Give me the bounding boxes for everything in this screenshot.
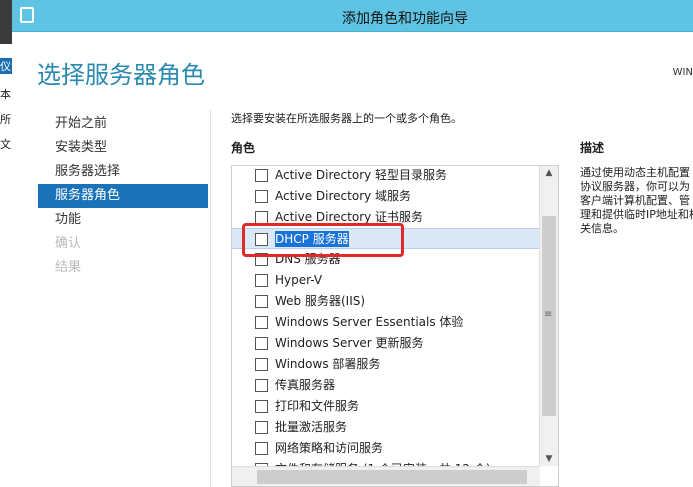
role-checkbox[interactable] (255, 442, 268, 455)
role-item[interactable]: Active Directory 轻型目录服务 (232, 166, 540, 186)
role-label: Hyper-V (275, 273, 323, 287)
roles-label: 角色 (231, 141, 256, 155)
background-text: 本 (0, 88, 11, 101)
role-checkbox[interactable] (255, 358, 268, 371)
role-label: 打印和文件服务 (275, 399, 360, 413)
role-item[interactable]: Windows Server Essentials 体验 (232, 312, 540, 333)
role-item[interactable]: Active Directory 域服务 (232, 186, 540, 207)
server-name: WIN (672, 67, 693, 78)
role-label: 网络策略和访问服务 (275, 441, 384, 455)
roles-list[interactable]: ▷文件和存储服务 (1 个已安装，共 12 个)网络策略和访问服务批量激活服务打… (231, 165, 559, 487)
nav-item-features[interactable]: 功能 (38, 208, 208, 232)
role-item[interactable]: Windows 部署服务 (232, 354, 540, 375)
divider (210, 110, 211, 487)
role-label: 批量激活服务 (275, 420, 348, 434)
role-item[interactable]: Hyper-V (232, 270, 540, 291)
role-checkbox[interactable] (255, 169, 268, 182)
role-label: Windows 部署服务 (275, 357, 381, 371)
annotation-highlight-box (242, 223, 404, 257)
scrollbar-thumb[interactable] (257, 470, 527, 484)
scroll-up-icon[interactable]: ▲ (540, 168, 558, 178)
page-title: 选择服务器角色 (37, 61, 205, 89)
role-checkbox[interactable] (255, 190, 268, 203)
nav-item-server-selection[interactable]: 服务器选择 (38, 160, 208, 184)
vertical-scrollbar[interactable]: ▲ ≡ ▼ (539, 166, 558, 466)
title-bar[interactable]: 添加角色和功能向导 (12, 0, 693, 32)
background-text: 所 (0, 113, 11, 126)
role-checkbox[interactable] (255, 337, 268, 350)
role-checkbox[interactable] (255, 421, 268, 434)
nav-item-confirmation: 确认 (55, 236, 82, 251)
nav-item-before-you-begin[interactable]: 开始之前 (38, 112, 208, 136)
role-item[interactable]: 批量激活服务 (232, 417, 540, 438)
wizard-nav: 开始之前 安装类型 服务器选择 服务器角色 功能 确认 结果 (38, 112, 208, 280)
description-label: 描述 (580, 141, 605, 155)
role-label: 传真服务器 (275, 378, 336, 392)
role-checkbox[interactable] (255, 295, 268, 308)
role-checkbox[interactable] (255, 379, 268, 392)
role-label: Windows Server 更新服务 (275, 336, 424, 350)
nav-item-results: 结果 (55, 260, 82, 275)
role-item[interactable]: Web 服务器(IIS) (232, 291, 540, 312)
role-label: Active Directory 域服务 (275, 189, 412, 203)
role-label: Active Directory 轻型目录服务 (275, 168, 448, 182)
background-window: 仪 本 所 文 (0, 0, 12, 487)
role-label: Web 服务器(IIS) (275, 294, 366, 308)
background-text: 文 (0, 138, 11, 151)
nav-item-installation-type[interactable]: 安装类型 (38, 136, 208, 160)
role-item[interactable]: 传真服务器 (232, 375, 540, 396)
role-item[interactable]: Windows Server 更新服务 (232, 333, 540, 354)
grip-icon: ≡ (544, 309, 553, 320)
role-label: Windows Server Essentials 体验 (275, 315, 464, 329)
horizontal-scrollbar[interactable] (232, 466, 540, 486)
window-title: 添加角色和功能向导 (342, 11, 468, 27)
role-checkbox[interactable] (255, 400, 268, 413)
background-text: 仪 (0, 58, 12, 74)
app-icon (20, 7, 34, 23)
role-item[interactable]: 打印和文件服务 (232, 396, 540, 417)
nav-item-server-roles[interactable]: 服务器角色 (38, 184, 208, 208)
role-description: 通过使用动态主机配置协议服务器，你可以为客户端计算机配置、管理和提供临时IP地址… (580, 166, 693, 235)
role-checkbox[interactable] (255, 316, 268, 329)
instruction-text: 选择要安装在所选服务器上的一个或多个角色。 (231, 112, 462, 125)
scroll-down-icon[interactable]: ▼ (540, 454, 558, 464)
role-checkbox[interactable] (255, 274, 268, 287)
role-item[interactable]: 网络策略和访问服务 (232, 438, 540, 459)
